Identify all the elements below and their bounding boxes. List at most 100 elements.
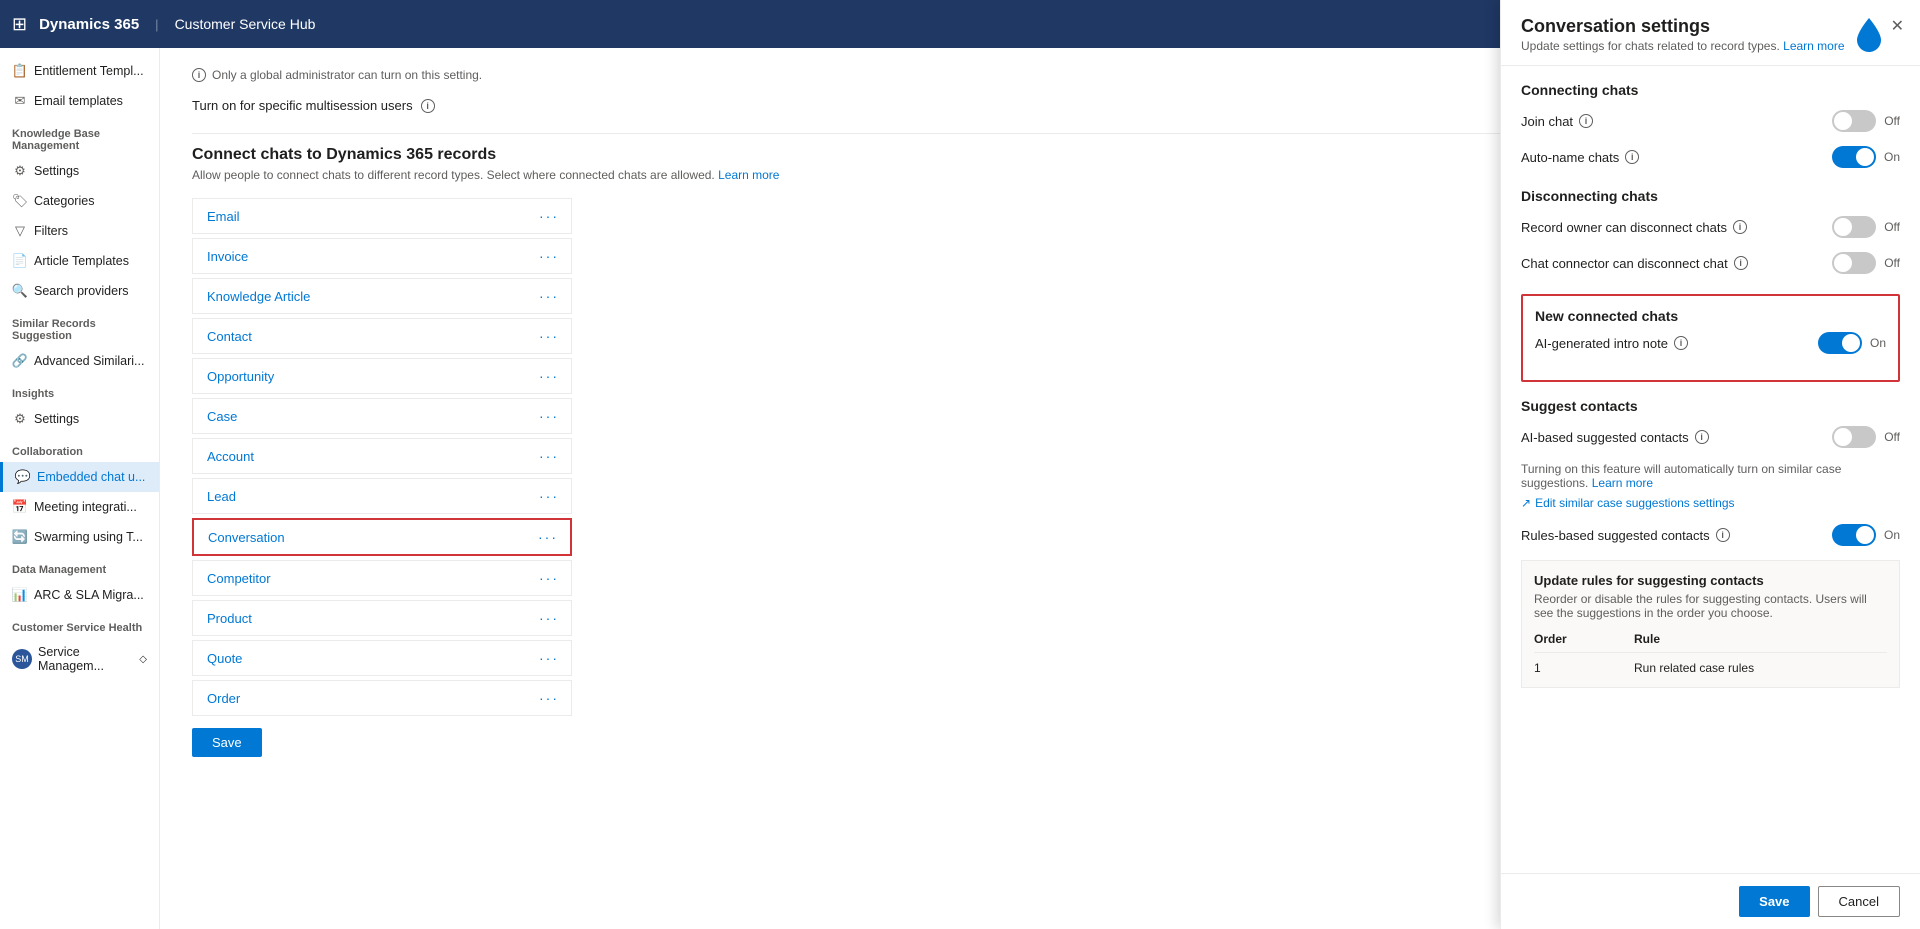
learn-more-link[interactable]: Learn more [718,168,779,182]
record-label-opportunity[interactable]: Opportunity [193,360,527,393]
rule-order-1: 1 [1534,661,1594,675]
record-menu-email[interactable]: ··· [527,199,571,233]
panel-subtitle: Update settings for chats related to rec… [1521,48,1845,53]
auto-name-info-icon[interactable]: i [1625,150,1639,164]
join-chat-status: Off [1884,114,1900,128]
join-chat-info-icon[interactable]: i [1579,114,1593,128]
record-menu-opportunity[interactable]: ··· [527,359,571,393]
panel-header: Conversation settings Update settings fo… [1501,48,1920,66]
record-label-product[interactable]: Product [193,602,527,635]
record-label-quote[interactable]: Quote [193,642,527,675]
sidebar-item-label: Entitlement Templ... [34,64,144,78]
new-connected-chats-section: New connected chats AI-generated intro n… [1521,294,1900,382]
ai-based-text: AI-based suggested contacts [1521,430,1689,445]
edit-similar-case-link[interactable]: ↗ Edit similar case suggestions settings [1521,496,1900,510]
sidebar-item-advanced-similari[interactable]: 🔗 Advanced Similari... [0,346,159,376]
sidebar-item-article-templates[interactable]: 📄 Article Templates [0,246,159,276]
record-label-account[interactable]: Account [193,440,527,473]
auto-name-toggle[interactable] [1832,146,1876,168]
ai-based-learn-more[interactable]: Learn more [1592,476,1653,490]
sidebar-item-filters[interactable]: ▽ Filters [0,216,159,246]
filters-icon: ▽ [12,223,28,239]
sidebar-item-label: Settings [34,164,79,178]
record-label-email[interactable]: Email [193,200,527,233]
panel-subtitle-link[interactable]: Learn more [1783,48,1844,53]
record-label-case[interactable]: Case [193,400,527,433]
search-providers-icon: 🔍 [12,283,28,299]
ai-based-toggle[interactable] [1832,426,1876,448]
record-owner-toggle[interactable] [1832,216,1876,238]
sidebar-item-label: Settings [34,412,79,426]
chat-connector-info-icon[interactable]: i [1734,256,1748,270]
sidebar-item-kb-settings[interactable]: ⚙ Settings [0,156,159,186]
multisession-info-icon[interactable]: i [421,99,435,113]
record-owner-row: Record owner can disconnect chats i Off [1521,216,1900,238]
grid-icon[interactable]: ⊞ [12,14,27,35]
rules-based-toggle[interactable] [1832,524,1876,546]
rules-table-row: 1 Run related case rules [1534,661,1887,675]
sidebar-item-search-providers[interactable]: 🔍 Search providers [0,276,159,306]
ai-intro-toggle[interactable] [1818,332,1862,354]
record-item-opportunity: Opportunity··· [192,358,572,394]
ai-based-slider [1832,426,1876,448]
record-menu-product[interactable]: ··· [527,601,571,635]
record-owner-info-icon[interactable]: i [1733,220,1747,234]
record-label-contact[interactable]: Contact [193,320,527,353]
ai-based-desc: Turning on this feature will automatical… [1521,462,1900,490]
conversation-settings-panel: Conversation settings Update settings fo… [1500,48,1920,929]
ai-based-info-icon[interactable]: i [1695,430,1709,444]
join-chat-toggle[interactable] [1832,110,1876,132]
rules-box-desc: Reorder or disable the rules for suggest… [1534,592,1887,620]
record-label-knowledge-article[interactable]: Knowledge Article [193,280,527,313]
panel-save-button[interactable]: Save [1739,886,1809,917]
rules-based-info-icon[interactable]: i [1716,528,1730,542]
record-item-competitor: Competitor··· [192,560,572,596]
ai-based-desc-text: Turning on this feature will automatical… [1521,462,1841,490]
sidebar-item-embedded-chat[interactable]: 💬 Embedded chat u... [0,462,159,492]
record-label-order[interactable]: Order [193,682,527,715]
record-menu-conversation[interactable]: ··· [526,520,570,554]
sidebar-item-label: Service Managem... [38,645,133,673]
record-menu-contact[interactable]: ··· [527,319,571,353]
record-label-conversation[interactable]: Conversation [194,521,526,554]
sidebar-item-categories[interactable]: 🏷 Categories [0,186,159,216]
auto-name-toggle-right: On [1832,146,1900,168]
sidebar-item-arc-sla[interactable]: 📊 ARC & SLA Migra... [0,580,159,610]
record-menu-quote[interactable]: ··· [527,641,571,675]
record-menu-order[interactable]: ··· [527,681,571,715]
info-icon: i [192,68,206,82]
record-menu-account[interactable]: ··· [527,439,571,473]
record-menu-competitor[interactable]: ··· [527,561,571,595]
ai-based-status: Off [1884,430,1900,444]
save-button[interactable]: Save [192,728,262,757]
record-label-invoice[interactable]: Invoice [193,240,527,273]
record-owner-status: Off [1884,220,1900,234]
multisession-label: Turn on for specific multisession users [192,98,413,113]
sidebar-section-similar: Similar Records Suggestion [0,306,159,346]
sidebar-item-meeting-integrati[interactable]: 📅 Meeting integrati... [0,492,159,522]
sidebar-item-entitlement-templ[interactable]: 📋 Entitlement Templ... [0,56,159,86]
arc-sla-icon: 📊 [12,587,28,603]
panel-cancel-button[interactable]: Cancel [1818,886,1900,917]
record-label-competitor[interactable]: Competitor [193,562,527,595]
ai-intro-info-icon[interactable]: i [1674,336,1688,350]
sidebar-item-swarming[interactable]: 🔄 Swarming using T... [0,522,159,552]
sidebar-item-service-managem[interactable]: SM Service Managem... ◇ [0,638,159,680]
col-rule-header: Rule [1634,632,1887,646]
record-label-lead[interactable]: Lead [193,480,527,513]
sidebar-item-email-templates[interactable]: ✉ Email templates [0,86,159,116]
sidebar-item-insights-settings[interactable]: ⚙ Settings [0,404,159,434]
chat-connector-toggle-right: Off [1832,252,1900,274]
chat-connector-toggle[interactable] [1832,252,1876,274]
auto-name-label: Auto-name chats i [1521,150,1639,165]
record-menu-case[interactable]: ··· [527,399,571,433]
insights-settings-icon: ⚙ [12,411,28,427]
record-menu-knowledge-article[interactable]: ··· [527,279,571,313]
record-menu-invoice[interactable]: ··· [527,239,571,273]
disconnecting-chats-section: Disconnecting chats Record owner can dis… [1521,188,1900,274]
rule-name-1: Run related case rules [1634,661,1887,675]
record-item-order: Order··· [192,680,572,716]
record-owner-toggle-right: Off [1832,216,1900,238]
panel-subtitle-text: Update settings for chats related to rec… [1521,48,1780,53]
record-menu-lead[interactable]: ··· [527,479,571,513]
